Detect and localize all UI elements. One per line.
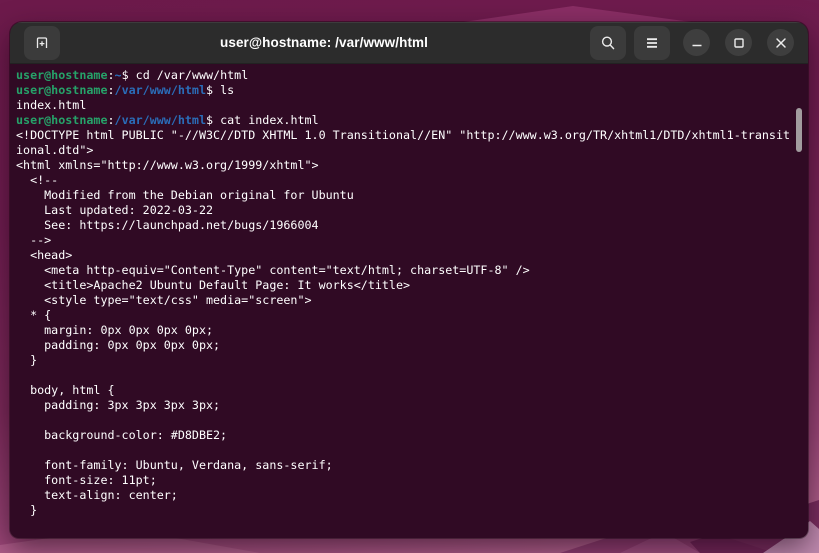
search-icon [601, 35, 615, 49]
menu-button[interactable] [634, 25, 670, 60]
terminal-line: user@hostname:/var/www/html$ ls [16, 83, 235, 97]
terminal-line: Modified from the Debian original for Ub… [16, 188, 354, 202]
new-tab-button[interactable] [24, 25, 60, 60]
minimize-button[interactable] [683, 29, 710, 56]
terminal-line: margin: 0px 0px 0px 0px; [16, 323, 214, 337]
terminal-line: padding: 0px 0px 0px 0px; [16, 338, 221, 352]
window-title: user@hostname: /var/www/html [219, 35, 428, 50]
terminal-line: index.html [16, 98, 87, 112]
terminal-line: <!DOCTYPE html PUBLIC "-//W3C//DTD XHTML… [16, 128, 791, 142]
terminal-line: --> [16, 233, 52, 247]
terminal-line: font-family: Ubuntu, Verdana, sans-serif… [16, 458, 333, 472]
terminal-line: <style type="text/css" media="screen"> [16, 293, 312, 307]
terminal-line: text-align: center; [16, 488, 178, 502]
close-button[interactable] [767, 29, 794, 56]
new-tab-icon [36, 37, 48, 48]
terminal-line: Last updated: 2022-03-22 [16, 203, 214, 217]
titlebar[interactable]: user@hostname: /var/www/html [10, 22, 808, 64]
terminal-line: user@hostname:/var/www/html$ cat index.h… [16, 113, 319, 127]
terminal-line: See: https://launchpad.net/bugs/1966004 [16, 218, 319, 232]
search-button[interactable] [590, 25, 626, 60]
terminal-line: ional.dtd"> [16, 143, 94, 157]
terminal-line: } [16, 503, 38, 517]
terminal-line: background-color: #D8DBE2; [16, 428, 228, 442]
terminal-line: <meta http-equiv="Content-Type" content=… [16, 263, 530, 277]
scrollbar-thumb[interactable] [796, 108, 802, 152]
terminal-line: <title>Apache2 Ubuntu Default Page: It w… [16, 278, 411, 292]
hamburger-menu-icon [647, 37, 657, 48]
terminal-output: user@hostname:~$ cd /var/www/html user@ho… [16, 68, 802, 518]
minimize-icon [692, 44, 701, 46]
terminal-line: <html xmlns="http://www.w3.org/1999/xhtm… [16, 158, 319, 172]
maximize-button[interactable] [725, 29, 752, 56]
terminal-window: user@hostname: /var/www/html user@hostna… [10, 22, 808, 538]
maximize-icon [733, 37, 744, 48]
terminal-line: <!-- [16, 173, 59, 187]
terminal-line: } [16, 353, 38, 367]
terminal-content[interactable]: user@hostname:~$ cd /var/www/html user@ho… [10, 64, 808, 537]
terminal-line: user@hostname:~$ cd /var/www/html [16, 68, 249, 82]
terminal-line: font-size: 11pt; [16, 473, 157, 487]
titlebar-controls [590, 25, 794, 60]
terminal-line: padding: 3px 3px 3px 3px; [16, 398, 221, 412]
terminal-line: body, html { [16, 383, 115, 397]
terminal-line: <head> [16, 248, 73, 262]
close-icon [775, 37, 786, 48]
terminal-line: * { [16, 308, 52, 322]
